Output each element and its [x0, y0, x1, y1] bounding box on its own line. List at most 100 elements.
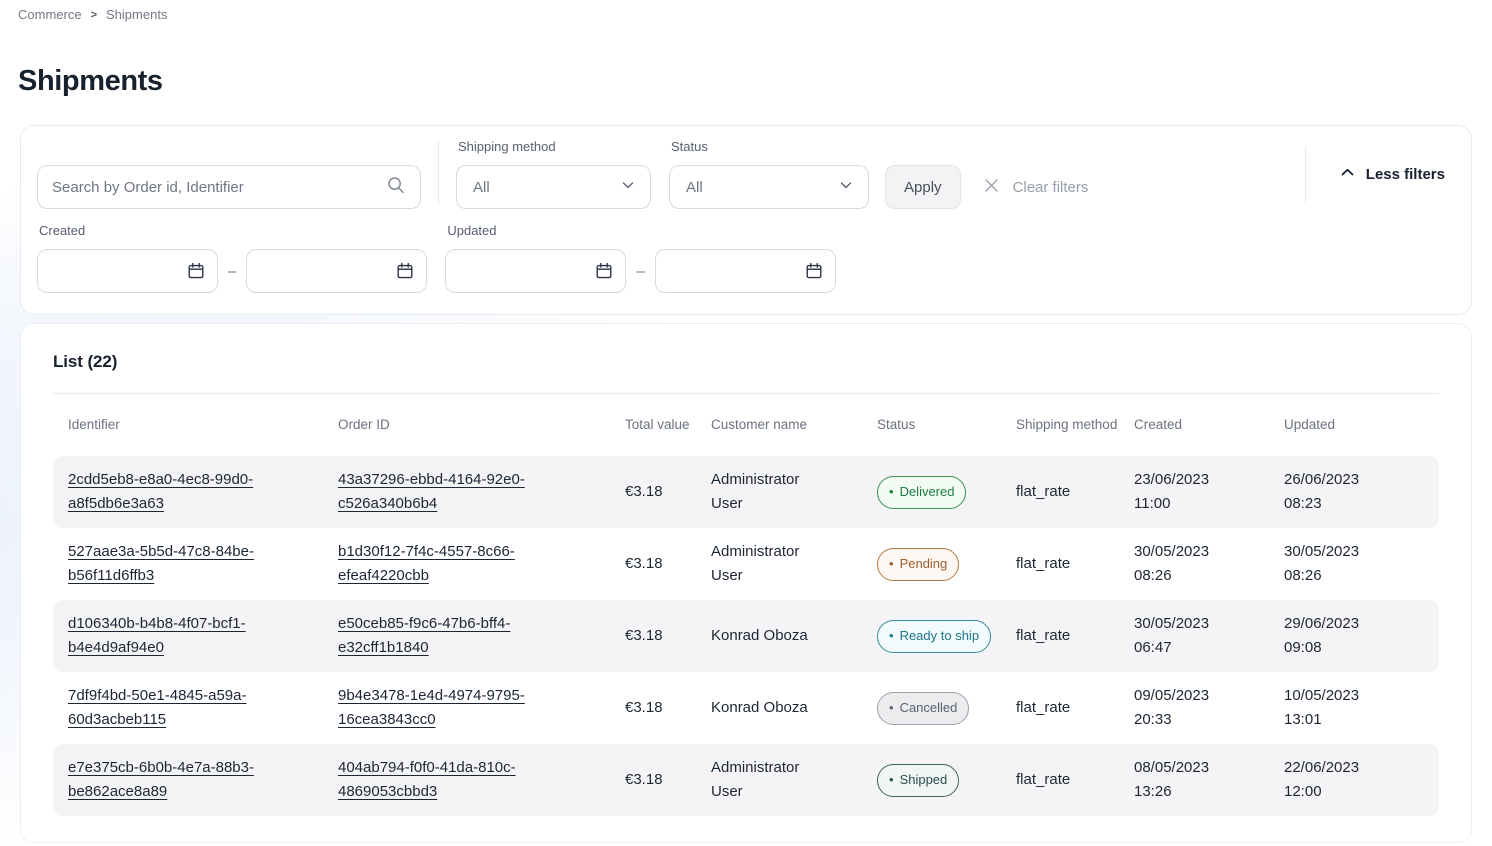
- status-label: Delivered: [900, 480, 955, 504]
- customer-name: Administrator User: [711, 756, 829, 804]
- filters-top-row: Shipping method All Status All: [21, 126, 1471, 219]
- cell-customer-name: Administrator User: [711, 540, 877, 588]
- status-select[interactable]: All: [669, 165, 869, 209]
- clear-filters-label: Clear filters: [1013, 179, 1089, 196]
- status-badge: •Shipped: [877, 764, 959, 797]
- updated-to-field: [655, 249, 836, 293]
- status-dot-icon: •: [889, 701, 894, 714]
- order-id-link[interactable]: b1d30f12-7f4c-4557-8c66-efeaf4220cbb: [338, 540, 550, 588]
- cell-updated: 26/06/2023 08:23: [1284, 468, 1439, 516]
- page-title: Shipments: [18, 65, 1492, 98]
- clear-filters-button[interactable]: Clear filters: [983, 165, 1089, 209]
- cell-status: •Pending: [877, 548, 1016, 581]
- calendar-icon[interactable]: [187, 262, 205, 280]
- cell-total-value: €3.18: [625, 624, 711, 648]
- breadcrumb: Commerce > Shipments: [0, 0, 1492, 22]
- status-dot-icon: •: [889, 485, 894, 498]
- cell-shipping-method: flat_rate: [1016, 696, 1134, 720]
- cell-created: 23/06/2023 11:00: [1134, 468, 1284, 516]
- order-id-link[interactable]: e50ceb85-f9c6-47b6-bff4-e32cff1b1840: [338, 612, 550, 660]
- column-header-identifier: Identifier: [53, 394, 338, 456]
- shipments-list-panel: List (22) IdentifierOrder IDTotal valueC…: [20, 323, 1472, 843]
- customer-name: Konrad Oboza: [711, 624, 829, 648]
- column-header-total-value: Total value: [625, 394, 711, 456]
- shipping-method-select[interactable]: All: [456, 165, 651, 209]
- chevron-down-icon: [620, 177, 636, 198]
- cell-total-value: €3.18: [625, 480, 711, 504]
- cell-total-value: €3.18: [625, 696, 711, 720]
- calendar-icon[interactable]: [396, 262, 414, 280]
- status-dot-icon: •: [889, 773, 894, 786]
- identifier-link[interactable]: e7e375cb-6b0b-4e7a-88b3-be862ace8a89: [68, 756, 280, 804]
- cell-updated: 29/06/2023 09:08: [1284, 612, 1439, 660]
- cell-customer-name: Konrad Oboza: [711, 696, 877, 720]
- search-box: [37, 165, 421, 209]
- apply-button[interactable]: Apply: [885, 165, 961, 209]
- column-header-customer-name: Customer name: [711, 394, 877, 456]
- date-range-dash: –: [636, 263, 644, 280]
- less-filters-button[interactable]: Less filters: [1330, 152, 1455, 196]
- status-value: All: [686, 179, 703, 196]
- table-row: e7e375cb-6b0b-4e7a-88b3-be862ace8a89 404a…: [53, 744, 1439, 816]
- column-header-shipping-method: Shipping method: [1016, 394, 1134, 456]
- breadcrumb-shipments[interactable]: Shipments: [106, 7, 167, 22]
- order-id-link[interactable]: 43a37296-ebbd-4164-92e0-c526a340b6b4: [338, 468, 550, 516]
- cell-shipping-method: flat_rate: [1016, 768, 1134, 792]
- table-header-row: IdentifierOrder IDTotal valueCustomer na…: [53, 394, 1439, 456]
- column-header-order-id: Order ID: [338, 394, 625, 456]
- status-badge: •Pending: [877, 548, 959, 581]
- column-header-created: Created: [1134, 394, 1284, 456]
- cell-order-id: 9b4e3478-1e4d-4974-9795-16cea3843cc0: [338, 684, 625, 732]
- calendar-icon[interactable]: [805, 262, 823, 280]
- status-badge: • Delivered: [877, 476, 966, 509]
- calendar-icon[interactable]: [595, 262, 613, 280]
- cell-customer-name: Konrad Oboza: [711, 624, 877, 648]
- shipping-method-label: Shipping method: [458, 139, 669, 155]
- order-id-link[interactable]: 404ab794-f0f0-41da-810c-4869053cbbd3: [338, 756, 550, 804]
- apply-group: Apply: [869, 139, 961, 209]
- cell-status: •Ready to ship: [877, 620, 1016, 653]
- close-icon: [983, 177, 1000, 198]
- identifier-link[interactable]: 7df9f4bd-50e1-4845-a59a-60d3acbeb115: [68, 684, 280, 732]
- search-group: [37, 139, 421, 209]
- cell-order-id: b1d30f12-7f4c-4557-8c66-efeaf4220cbb: [338, 540, 625, 588]
- created-group: Created –: [37, 223, 427, 293]
- cell-status: •Shipped: [877, 764, 1016, 797]
- search-input[interactable]: [52, 179, 386, 196]
- cell-customer-name: Administrator User: [711, 756, 877, 804]
- cell-created: 30/05/2023 08:26: [1134, 540, 1284, 588]
- status-badge: •Ready to ship: [877, 620, 991, 653]
- shipping-method-group: Shipping method All: [456, 139, 669, 209]
- less-filters-label: Less filters: [1366, 166, 1445, 183]
- table-body: 2cdd5eb8-e8a0-4ec8-99d0-a8f5db6e3a63 43a3…: [53, 456, 1439, 816]
- cell-total-value: €3.18: [625, 552, 711, 576]
- cell-created: 30/05/2023 06:47: [1134, 612, 1284, 660]
- cell-status: • Delivered: [877, 476, 1016, 509]
- order-id-link[interactable]: 9b4e3478-1e4d-4974-9795-16cea3843cc0: [338, 684, 550, 732]
- cell-identifier: d106340b-b4b8-4f07-bcf1-b4e4d9af94e0: [53, 612, 338, 660]
- cell-order-id: 43a37296-ebbd-4164-92e0-c526a340b6b4: [338, 468, 625, 516]
- breadcrumb-separator-icon: >: [91, 9, 97, 21]
- chevron-down-icon: [838, 177, 854, 198]
- status-dot-icon: •: [889, 629, 894, 642]
- cell-shipping-method: flat_rate: [1016, 624, 1134, 648]
- updated-label: Updated: [447, 223, 835, 239]
- breadcrumb-commerce[interactable]: Commerce: [18, 7, 82, 22]
- cell-customer-name: Administrator User: [711, 468, 877, 516]
- status-label: Status: [671, 139, 869, 155]
- cell-identifier: 527aae3a-5b5d-47c8-84be-b56f11d6ffb3: [53, 540, 338, 588]
- cell-order-id: e50ceb85-f9c6-47b6-bff4-e32cff1b1840: [338, 612, 625, 660]
- identifier-link[interactable]: 2cdd5eb8-e8a0-4ec8-99d0-a8f5db6e3a63: [68, 468, 280, 516]
- cell-total-value: €3.18: [625, 768, 711, 792]
- clear-group: Clear filters: [961, 139, 1089, 209]
- identifier-link[interactable]: 527aae3a-5b5d-47c8-84be-b56f11d6ffb3: [68, 540, 280, 588]
- customer-name: Administrator User: [711, 468, 829, 516]
- status-label: Cancelled: [900, 696, 958, 720]
- cell-shipping-method: flat_rate: [1016, 552, 1134, 576]
- identifier-link[interactable]: d106340b-b4b8-4f07-bcf1-b4e4d9af94e0: [68, 612, 280, 660]
- cell-updated: 10/05/2023 13:01: [1284, 684, 1439, 732]
- status-dot-icon: •: [889, 557, 894, 570]
- cell-status: • Cancelled: [877, 692, 1016, 725]
- cell-identifier: 7df9f4bd-50e1-4845-a59a-60d3acbeb115: [53, 684, 338, 732]
- cell-identifier: 2cdd5eb8-e8a0-4ec8-99d0-a8f5db6e3a63: [53, 468, 338, 516]
